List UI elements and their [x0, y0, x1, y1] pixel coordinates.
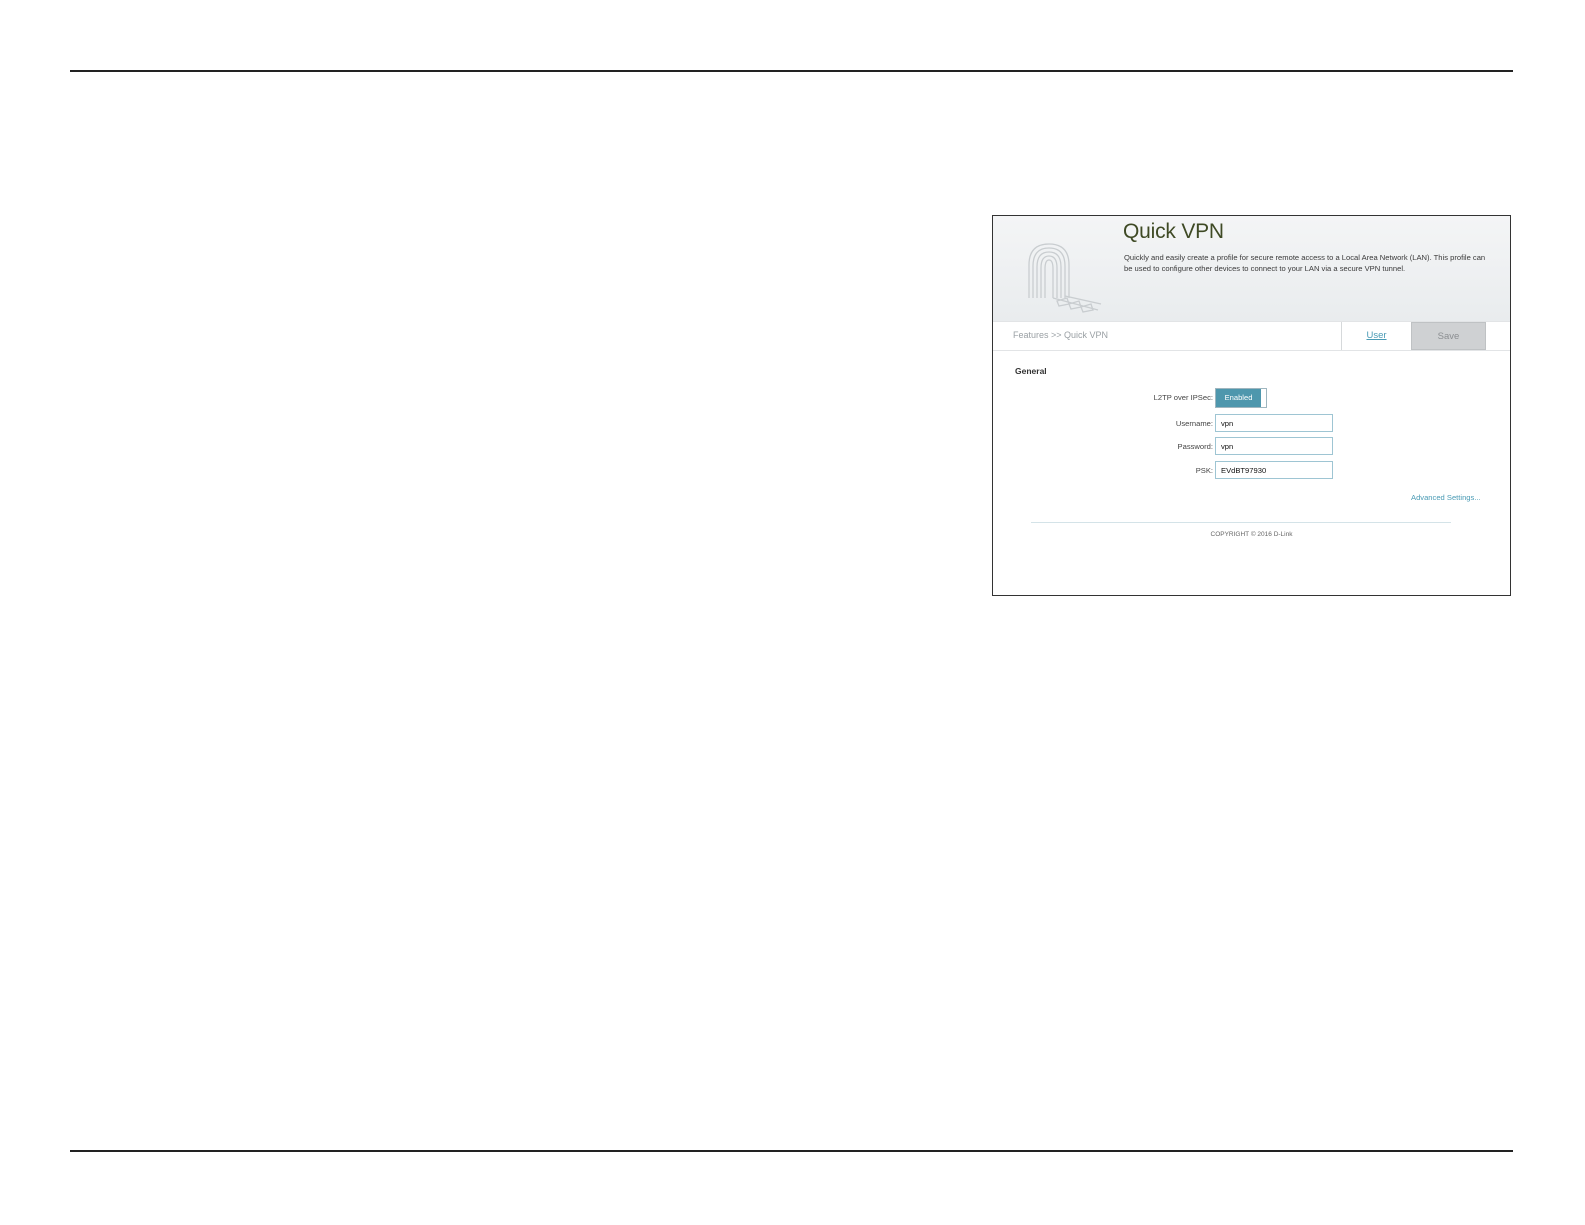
l2tp-toggle[interactable]: Enabled	[1215, 388, 1267, 408]
page-banner: Quick VPN Quickly and easily create a pr…	[993, 216, 1510, 321]
page-description: Quickly and easily create a profile for …	[1124, 253, 1486, 273]
password-label: Password:	[1177, 442, 1213, 451]
l2tp-toggle-enabled[interactable]: Enabled	[1216, 389, 1261, 407]
bottom-divider	[70, 1150, 1513, 1152]
breadcrumb: Features >> Quick VPN	[1013, 330, 1109, 340]
navigation-bar: Features >> Quick VPN User Save	[993, 321, 1510, 351]
footer-divider	[1031, 522, 1451, 523]
l2tp-label: L2TP over IPSec:	[1153, 393, 1213, 402]
password-input[interactable]	[1215, 437, 1333, 455]
section-title-general: General	[1015, 366, 1047, 376]
advanced-settings-link[interactable]: Advanced Settings...	[1411, 493, 1481, 502]
page-title: Quick VPN	[1123, 220, 1224, 243]
username-label: Username:	[1175, 419, 1213, 428]
username-input[interactable]	[1215, 414, 1333, 432]
vpn-tunnel-icon	[1028, 243, 1102, 313]
user-tab[interactable]: User	[1341, 322, 1411, 350]
copyright-text: COPYRIGHT © 2016 D-Link	[1210, 531, 1293, 538]
top-divider	[70, 70, 1513, 72]
psk-input[interactable]	[1215, 461, 1333, 479]
quick-vpn-screenshot: Quick VPN Quickly and easily create a pr…	[992, 215, 1511, 596]
save-button[interactable]: Save	[1411, 322, 1486, 350]
psk-label: PSK:	[1195, 466, 1213, 475]
